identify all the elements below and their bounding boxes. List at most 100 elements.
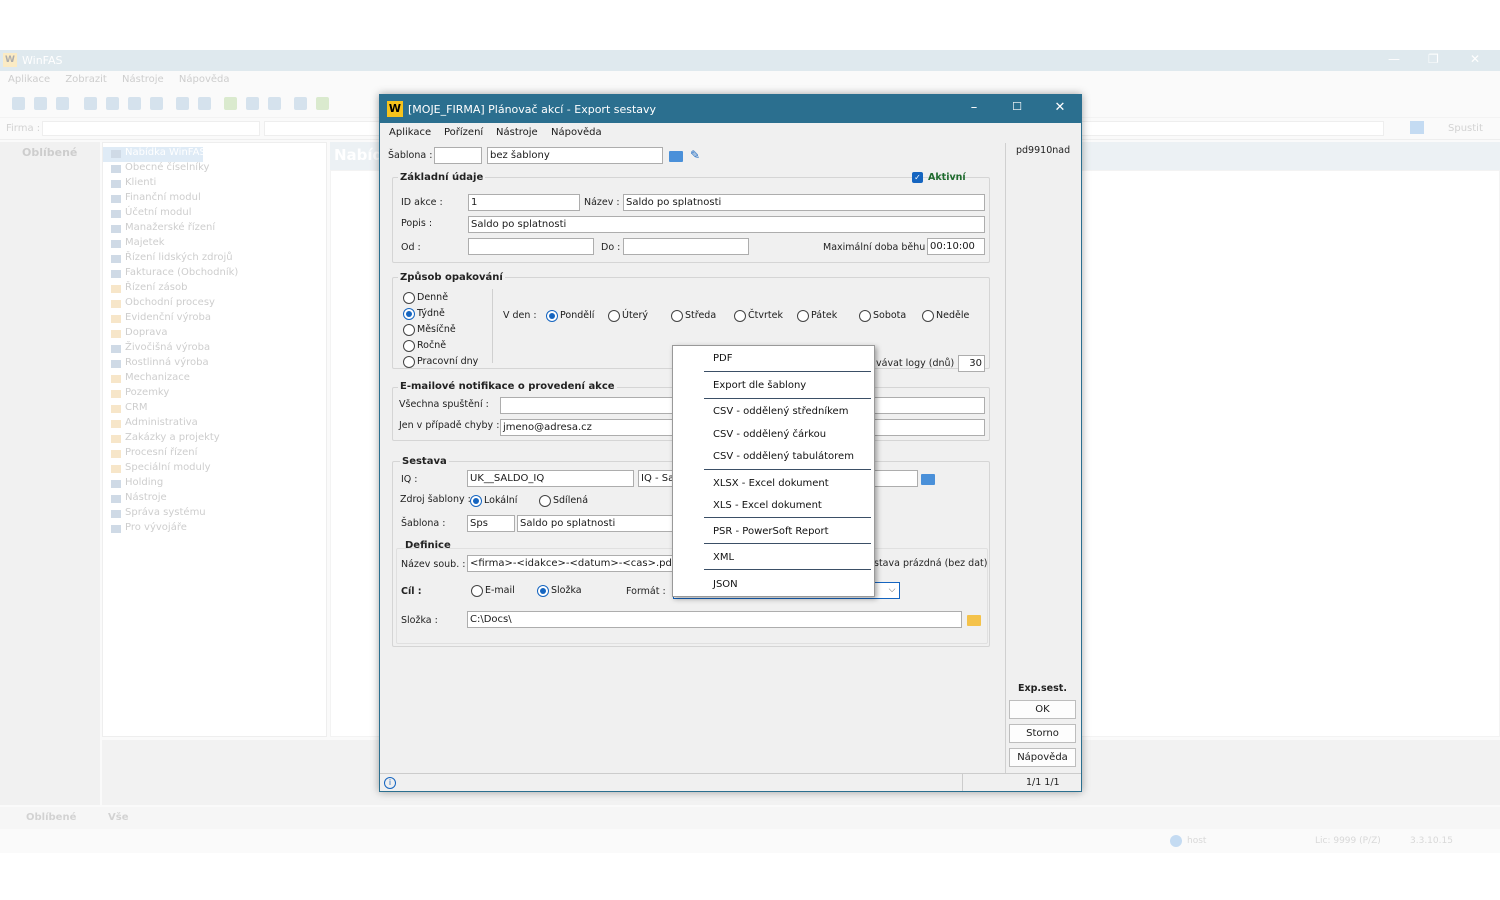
menu-zobrazit[interactable]: Zobrazit bbox=[65, 74, 107, 85]
tree-item[interactable]: Obchodní procesy bbox=[103, 297, 326, 312]
tree-item[interactable]: Správa systému bbox=[103, 507, 326, 522]
tree-item[interactable]: Mechanizace bbox=[103, 372, 326, 387]
tree-item[interactable]: Živočišná výroba bbox=[103, 342, 326, 357]
toolbar-icon[interactable] bbox=[246, 97, 259, 110]
folder-icon[interactable] bbox=[1410, 121, 1424, 134]
format-option-sablona[interactable]: Export dle šablony bbox=[673, 373, 874, 397]
toolbar-icon[interactable] bbox=[84, 97, 97, 110]
tree-item[interactable]: Řízení zásob bbox=[103, 282, 326, 297]
tree-item[interactable]: Zakázky a projekty bbox=[103, 432, 326, 447]
format-option-xlsx[interactable]: XLSX - Excel dokument bbox=[673, 471, 874, 495]
radio-sdilena[interactable]: Sdílená bbox=[539, 495, 588, 507]
maxdoba-input[interactable]: 00:10:00 bbox=[927, 238, 985, 255]
menu-nastroje[interactable]: Nástroje bbox=[496, 127, 538, 138]
radio-utery[interactable]: Úterý bbox=[608, 310, 648, 322]
radio-nedele[interactable]: Neděle bbox=[922, 310, 969, 322]
format-option-xml[interactable]: XML bbox=[673, 545, 874, 569]
radio-denne[interactable]: Denně bbox=[403, 292, 448, 304]
napoveda-button[interactable]: Nápověda bbox=[1009, 748, 1076, 767]
toolbar-icon[interactable] bbox=[224, 97, 237, 110]
radio-lokalni[interactable]: Lokální bbox=[470, 495, 517, 507]
radio-email[interactable]: E-mail bbox=[471, 585, 515, 597]
radio-rocne[interactable]: Ročně bbox=[403, 340, 446, 352]
tree-item[interactable]: Rostlinná výroba bbox=[103, 357, 326, 372]
run-button[interactable]: Spustit bbox=[1448, 123, 1483, 134]
maximize-icon[interactable]: ☐ bbox=[1007, 100, 1027, 118]
minimize-icon[interactable]: — bbox=[1388, 52, 1400, 66]
menu-aplikace[interactable]: Aplikace bbox=[8, 74, 50, 85]
tree-item[interactable]: Administrativa bbox=[103, 417, 326, 432]
tree-item[interactable]: Procesní řízení bbox=[103, 447, 326, 462]
firma-input[interactable] bbox=[42, 121, 260, 136]
tree-item[interactable]: Pozemky bbox=[103, 387, 326, 402]
toolbar-icon[interactable] bbox=[106, 97, 119, 110]
toolbar-icon[interactable] bbox=[198, 97, 211, 110]
toolbar-icon[interactable] bbox=[34, 97, 47, 110]
logy-input[interactable]: 30 bbox=[958, 355, 985, 372]
tree-item[interactable]: Účetní modul bbox=[103, 207, 326, 222]
slozka-input[interactable]: C:\Docs\ bbox=[467, 611, 962, 628]
tab-vse[interactable]: Vše bbox=[108, 812, 128, 823]
info-icon[interactable]: i bbox=[384, 777, 396, 789]
aktivni-checkbox[interactable]: ✓ bbox=[912, 172, 923, 183]
tree-item[interactable]: Obecné číselníky bbox=[103, 162, 326, 177]
radio-sobota[interactable]: Sobota bbox=[859, 310, 906, 322]
menu-porizeni[interactable]: Pořízení bbox=[444, 127, 483, 138]
minimize-icon[interactable]: – bbox=[964, 100, 984, 118]
radio-streda[interactable]: Středa bbox=[671, 310, 716, 322]
toolbar-icon[interactable] bbox=[316, 97, 329, 110]
tree-item[interactable]: Manažerské řízení bbox=[103, 222, 326, 237]
radio-mesicne[interactable]: Měsíčně bbox=[403, 324, 456, 336]
radio-pondeli[interactable]: Pondělí bbox=[546, 310, 594, 322]
sablona-name-input[interactable]: bez šablony bbox=[487, 147, 663, 164]
popis-input[interactable]: Saldo po splatnosti bbox=[468, 216, 985, 233]
open-folder-icon[interactable] bbox=[921, 474, 935, 485]
toolbar-icon[interactable] bbox=[12, 97, 25, 110]
menu-napoveda[interactable]: Nápověda bbox=[551, 127, 602, 138]
tree-item[interactable]: Fakturace (Obchodník) bbox=[103, 267, 326, 282]
toolbar-icon[interactable] bbox=[128, 97, 141, 110]
tree-item[interactable]: Doprava bbox=[103, 327, 326, 342]
iq-input[interactable]: UK__SALDO_IQ bbox=[467, 470, 634, 487]
radio-patek[interactable]: Pátek bbox=[797, 310, 837, 322]
format-option-csv-tab[interactable]: CSV - oddělený tabulátorem bbox=[673, 444, 874, 468]
tree-item[interactable]: Klienti bbox=[103, 177, 326, 192]
toolbar-icon[interactable] bbox=[176, 97, 189, 110]
radio-ctvrtek[interactable]: Čtvrtek bbox=[734, 310, 783, 322]
sestava-sablona-name[interactable]: Saldo po splatnosti bbox=[517, 515, 677, 532]
ok-button[interactable]: OK bbox=[1009, 700, 1076, 719]
format-option-pdf[interactable]: PDF bbox=[673, 346, 874, 370]
close-icon[interactable]: ✕ bbox=[1050, 100, 1070, 118]
tree-item[interactable]: Nástroje bbox=[103, 492, 326, 507]
tree-item[interactable]: Evidenční výroba bbox=[103, 312, 326, 327]
menu-aplikace[interactable]: Aplikace bbox=[389, 127, 431, 138]
chevron-down-icon[interactable]: ⌵ bbox=[885, 583, 899, 598]
toolbar-icon[interactable] bbox=[268, 97, 281, 110]
id-akce-input[interactable]: 1 bbox=[468, 194, 580, 211]
tree-item[interactable]: CRM bbox=[103, 402, 326, 417]
open-folder-icon[interactable] bbox=[669, 151, 683, 162]
close-icon[interactable]: ✕ bbox=[1470, 52, 1480, 66]
tree-item[interactable]: Speciální moduly bbox=[103, 462, 326, 477]
tree-item[interactable]: Nabídka WinFAS bbox=[103, 147, 206, 162]
tab-oblibene[interactable]: Oblíbené bbox=[26, 812, 76, 823]
toolbar-icon[interactable] bbox=[150, 97, 163, 110]
radio-pracovni-dny[interactable]: Pracovní dny bbox=[403, 356, 478, 368]
toolbar-icon[interactable] bbox=[56, 97, 69, 110]
menu-nastroje[interactable]: Nástroje bbox=[122, 74, 164, 85]
sestava-sablona-code[interactable]: Sps bbox=[467, 515, 515, 532]
radio-tydne[interactable]: Týdně bbox=[403, 308, 445, 320]
format-option-json[interactable]: JSON bbox=[673, 572, 874, 596]
format-option-xls[interactable]: XLS - Excel dokument bbox=[673, 493, 874, 517]
od-input[interactable] bbox=[468, 238, 594, 255]
restore-icon[interactable]: ❐ bbox=[1428, 52, 1439, 66]
storno-button[interactable]: Storno bbox=[1009, 724, 1076, 743]
format-option-psr[interactable]: PSR - PowerSoft Report bbox=[673, 519, 874, 543]
format-option-csv-semicolon[interactable]: CSV - oddělený středníkem bbox=[673, 399, 874, 423]
menu-napoveda[interactable]: Nápověda bbox=[179, 74, 230, 85]
radio-slozka[interactable]: Složka bbox=[537, 585, 582, 597]
edit-pencil-icon[interactable]: ✎ bbox=[690, 148, 700, 162]
tree-item[interactable]: Majetek bbox=[103, 237, 326, 252]
sablona-code-input[interactable] bbox=[434, 147, 482, 164]
tree-item[interactable]: Finanční modul bbox=[103, 192, 326, 207]
